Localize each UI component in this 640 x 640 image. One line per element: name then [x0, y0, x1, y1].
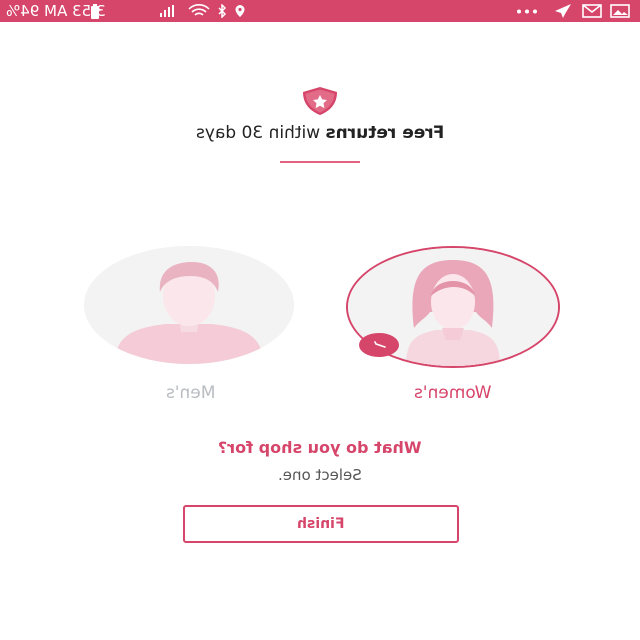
wifi-icon [188, 4, 210, 16]
location-icon [235, 5, 245, 17]
headline-bold: Free returns [325, 123, 445, 143]
selected-check-icon [359, 333, 399, 357]
signal-icon [160, 5, 174, 17]
shop-for-question: What do you shop for? [218, 438, 422, 457]
free-returns-headline: Free returns within 30 days [0, 122, 640, 144]
battery-icon [91, 4, 99, 19]
bluetooth-icon [218, 4, 227, 18]
header-divider [280, 161, 360, 163]
select-one-subtitle: Select one. [278, 466, 362, 484]
send-icon [555, 4, 571, 18]
headline-rest: within 30 days [195, 123, 326, 143]
finish-button[interactable]: Finish [183, 505, 459, 543]
womens-label[interactable]: Women's [346, 382, 560, 404]
mens-avatar-circle [84, 246, 294, 364]
image-icon [610, 4, 630, 18]
man-avatar-icon [84, 246, 294, 364]
more-dots-icon [517, 9, 537, 14]
gmail-icon [582, 4, 602, 18]
status-icons-left [91, 2, 250, 20]
mens-option[interactable] [84, 246, 298, 368]
mens-label[interactable]: Men's [84, 382, 298, 404]
status-bar: 3:53 AM 94% [0, 0, 640, 22]
status-icons-right [512, 3, 634, 19]
shield-star-icon [303, 87, 337, 115]
